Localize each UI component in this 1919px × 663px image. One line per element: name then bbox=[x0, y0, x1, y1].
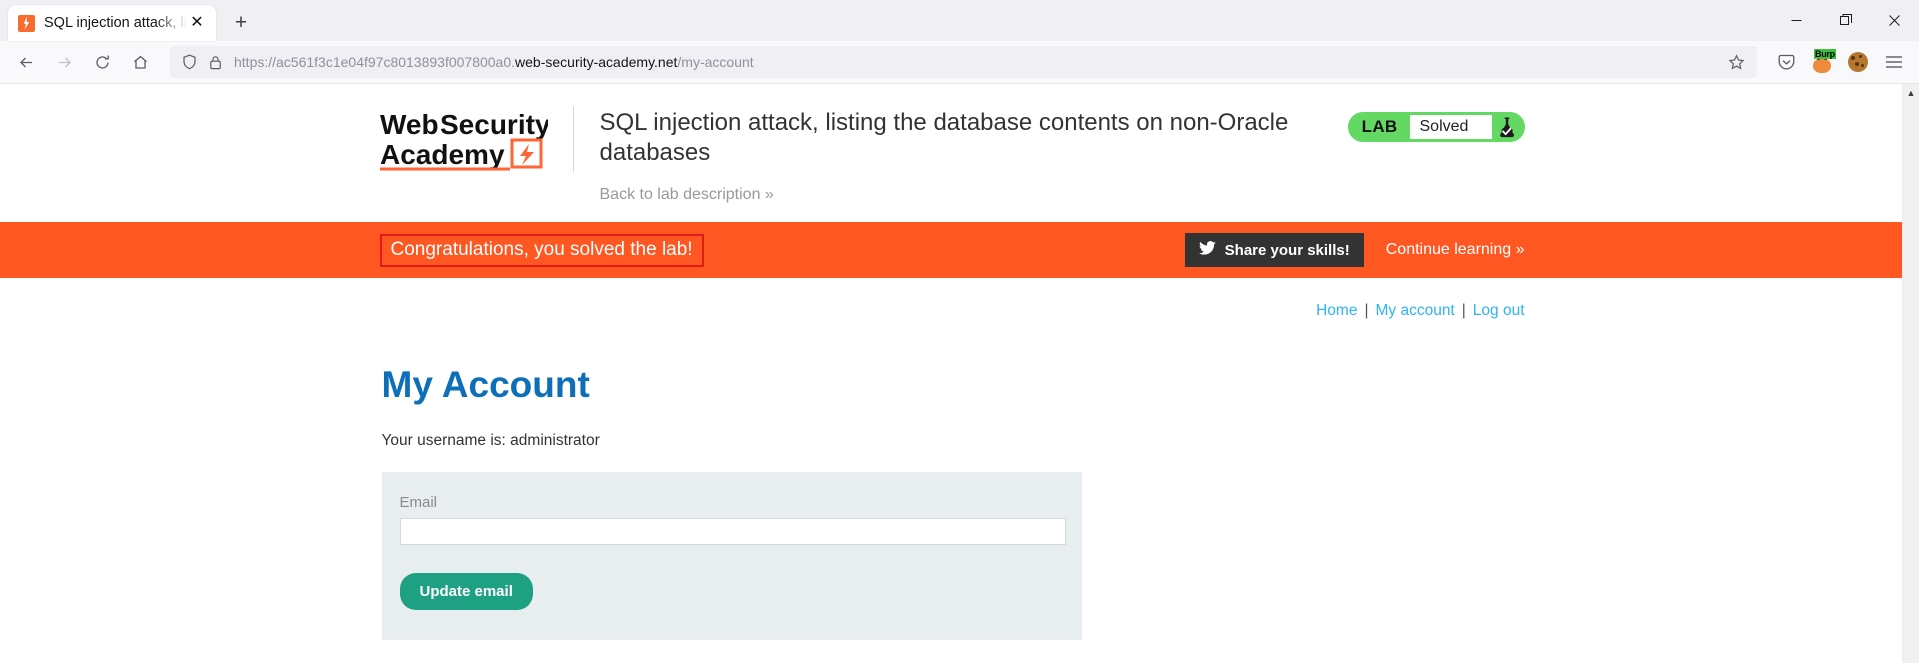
nav-link-home[interactable]: Home bbox=[1316, 302, 1357, 319]
banner-inner: Congratulations, you solved the lab! Sha… bbox=[378, 233, 1525, 268]
url-host: web-security-academy.net bbox=[515, 54, 678, 70]
lab-tag-label: LAB bbox=[1361, 117, 1398, 136]
url-path: /my-account bbox=[677, 54, 754, 70]
reload-icon[interactable] bbox=[84, 46, 120, 78]
svg-text:Academy: Academy bbox=[380, 139, 505, 170]
web-security-academy-logo[interactable]: Web Security Academy bbox=[378, 106, 574, 172]
toolbar-extensions: Burp bbox=[1765, 46, 1911, 78]
cookie-chip-2 bbox=[1859, 55, 1862, 58]
status-badge: LAB Solved bbox=[1347, 112, 1525, 142]
cookie-chip-4 bbox=[1861, 64, 1864, 67]
title-bar: SQL injection attack, listing the d ✕ + bbox=[0, 0, 1919, 41]
email-field[interactable] bbox=[399, 518, 1066, 546]
new-tab-button[interactable]: + bbox=[224, 5, 258, 39]
page-viewport: Web Security Academy SQL injection attac… bbox=[0, 84, 1919, 663]
banner-actions: Share your skills! Continue learning » bbox=[1184, 233, 1525, 268]
navigation-toolbar: https://ac561f3c1e04f97c8013893f007800a0… bbox=[0, 41, 1919, 84]
window-controls bbox=[1772, 0, 1919, 40]
address-bar[interactable]: https://ac561f3c1e04f97c8013893f007800a0… bbox=[170, 46, 1757, 78]
back-icon[interactable] bbox=[8, 46, 44, 78]
close-icon[interactable]: ✕ bbox=[186, 12, 208, 34]
url-text: https://ac561f3c1e04f97c8013893f007800a0… bbox=[234, 54, 1721, 70]
burp-suite-extension-icon[interactable]: Burp bbox=[1805, 46, 1839, 78]
home-icon[interactable] bbox=[122, 46, 158, 78]
solved-banner: Congratulations, you solved the lab! Sha… bbox=[0, 222, 1902, 279]
lab-status-badge: LAB Solved bbox=[1347, 112, 1525, 142]
svg-text:Security: Security bbox=[440, 109, 548, 140]
back-to-lab-description-link[interactable]: Back to lab description » bbox=[600, 186, 1328, 204]
email-label: Email bbox=[399, 494, 438, 512]
content-wrapper: Home | My account | Log out My Account Your … bbox=[378, 278, 1525, 641]
web-page: Web Security Academy SQL injection attac… bbox=[0, 84, 1902, 663]
vertical-scrollbar[interactable]: ▲ bbox=[1902, 84, 1919, 663]
username-line: Your username is: administrator bbox=[381, 432, 600, 450]
star-icon[interactable] bbox=[1721, 47, 1751, 77]
nav-link-my-account[interactable]: My account bbox=[1375, 302, 1454, 319]
flask-solved-icon bbox=[1492, 112, 1522, 142]
continue-learning-link[interactable]: Continue learning » bbox=[1386, 241, 1525, 259]
burp-glyph: Burp bbox=[1811, 49, 1836, 73]
share-label: Share your skills! bbox=[1224, 241, 1350, 259]
close-window-button[interactable] bbox=[1870, 0, 1919, 40]
url-prefix: https://ac561f3c1e04f97c8013893f007800a0… bbox=[234, 54, 516, 70]
portswigger-favicon-icon bbox=[18, 14, 35, 32]
page-title: SQL injection attack, listing the databa… bbox=[599, 109, 1289, 167]
tab-title: SQL injection attack, listing the d bbox=[44, 15, 186, 31]
lab-header: Web Security Academy SQL injection attac… bbox=[378, 84, 1525, 222]
logo-svg: Web Security Academy bbox=[379, 109, 548, 171]
cookie-editor-icon[interactable] bbox=[1841, 46, 1875, 78]
share-your-skills-button[interactable]: Share your skills! bbox=[1184, 233, 1364, 268]
browser-tab[interactable]: SQL injection attack, listing the d ✕ bbox=[8, 5, 216, 41]
browser-window: SQL injection attack, listing the d ✕ + bbox=[0, 0, 1919, 663]
site-navigation: Home | My account | Log out bbox=[380, 278, 1525, 326]
pocket-icon[interactable] bbox=[1769, 46, 1803, 78]
tab-strip: SQL injection attack, listing the d ✕ + bbox=[0, 0, 258, 41]
nav-link-log-out[interactable]: Log out bbox=[1473, 302, 1525, 319]
maximize-restore-button[interactable] bbox=[1821, 0, 1870, 40]
lab-title-block: SQL injection attack, listing the databa… bbox=[600, 106, 1328, 204]
cookie-chip-3 bbox=[1855, 62, 1859, 66]
update-email-button[interactable]: Update email bbox=[399, 573, 533, 611]
cookie-chip-1 bbox=[1851, 56, 1855, 60]
padlock-icon[interactable] bbox=[202, 49, 228, 75]
account-heading: My Account bbox=[381, 364, 590, 406]
minimize-button[interactable] bbox=[1772, 0, 1821, 40]
svg-text:Web: Web bbox=[380, 109, 439, 140]
cookie-glyph bbox=[1848, 52, 1868, 72]
update-email-form: Email Update email bbox=[381, 472, 1082, 641]
nav-separator-1: | bbox=[1364, 302, 1369, 320]
forward-icon[interactable] bbox=[46, 46, 82, 78]
nav-separator-2: | bbox=[1461, 302, 1466, 320]
hamburger-menu-icon[interactable] bbox=[1877, 46, 1911, 78]
lab-state-label: Solved bbox=[1409, 115, 1492, 139]
burp-badge-label: Burp bbox=[1814, 49, 1836, 59]
shield-icon[interactable] bbox=[176, 49, 202, 75]
twitter-bird-icon bbox=[1198, 241, 1216, 259]
scroll-up-arrow-icon[interactable]: ▲ bbox=[1903, 84, 1919, 101]
burp-head-shape bbox=[1813, 58, 1831, 73]
congratulations-message: Congratulations, you solved the lab! bbox=[379, 234, 704, 267]
